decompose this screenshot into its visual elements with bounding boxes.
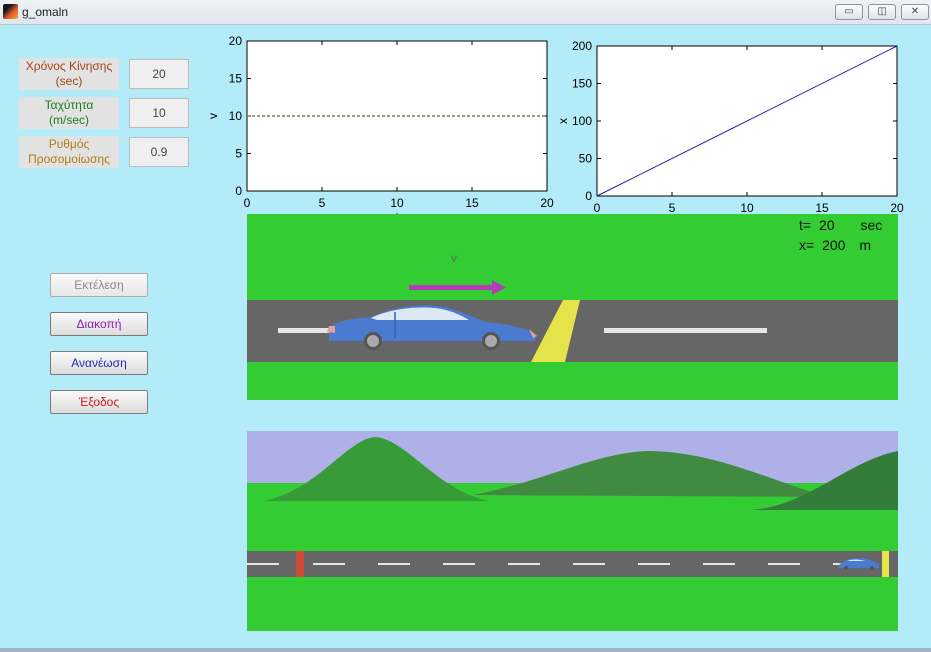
start-line <box>296 551 304 577</box>
y-axis-label: x <box>556 118 570 124</box>
finish-line <box>882 551 889 577</box>
y-tick-label: 0 <box>235 184 242 198</box>
matlab-app-icon <box>3 4 18 19</box>
run-button[interactable]: Εκτέλεση <box>50 273 148 297</box>
motion-time-input[interactable]: 20 <box>129 59 189 89</box>
y-tick-label: 15 <box>229 72 243 86</box>
param-label-motion-time: Χρόνος Κίνησης (sec) <box>19 58 119 90</box>
param-label-velocity: Ταχύτητα (m/sec) <box>19 97 119 129</box>
y-axis-label: v <box>206 113 220 119</box>
position-readout-value: 200 <box>822 237 846 253</box>
window-bottom-border <box>0 648 931 652</box>
x-tick-label: 0 <box>244 196 251 210</box>
y-tick-label: 10 <box>229 109 243 123</box>
y-tick-label: 20 <box>229 34 243 48</box>
param-label-line: Προσομοίωσης <box>28 152 110 166</box>
exit-button[interactable]: Έξοδος <box>50 390 148 414</box>
maximize-button[interactable]: ◫ <box>868 4 896 20</box>
x-tick-label: 20 <box>890 201 904 215</box>
y-tick-label: 150 <box>572 77 592 91</box>
window-title: g_omaln <box>22 5 69 19</box>
y-tick-label: 0 <box>585 189 592 203</box>
x-tick-label: 0 <box>594 201 601 215</box>
close-button[interactable]: ✕ <box>901 4 929 20</box>
x-tick-label: 15 <box>815 201 829 215</box>
time-readout-unit: sec <box>860 217 883 233</box>
x-tick-label: 5 <box>319 196 326 210</box>
y-tick-label: 200 <box>572 39 592 53</box>
position-readout-unit: m <box>859 237 871 253</box>
velocity-input[interactable]: 10 <box>129 98 189 128</box>
time-readout-value: 20 <box>818 217 835 233</box>
x-tick-label: 10 <box>740 201 754 215</box>
x-tick-label: 5 <box>669 201 676 215</box>
param-label-line: Χρόνος Κίνησης <box>25 59 113 73</box>
minimize-button[interactable]: ▭ <box>835 4 863 20</box>
position-readout-label: x= <box>799 237 815 253</box>
y-tick-label: 5 <box>235 147 242 161</box>
lane-marking <box>604 328 767 333</box>
param-label-line: (m/sec) <box>49 113 89 127</box>
window-titlebar: g_omaln ▭ ◫ ✕ <box>0 0 931 25</box>
sim-rate-input[interactable]: 0.9 <box>129 137 189 167</box>
param-label-line: Ταχύτητα <box>44 98 94 112</box>
position-readout: x= 200 m <box>799 237 871 253</box>
refresh-button[interactable]: Ανανέωση <box>50 351 148 375</box>
param-label-sim-rate: Ρυθμός Προσομοίωσης <box>19 136 119 168</box>
time-readout-label: t= <box>799 217 812 233</box>
time-readout: t= 20 sec <box>799 217 882 233</box>
y-tick-label: 50 <box>579 152 593 166</box>
stop-button[interactable]: Διακοπή <box>50 312 148 336</box>
velocity-time-chart: 0510152005101520tv <box>206 34 554 224</box>
y-tick-label: 100 <box>572 114 592 128</box>
x-tick-label: 10 <box>390 196 404 210</box>
param-label-line: (sec) <box>55 74 83 88</box>
position-time-chart: 05101520050100150200tx <box>556 39 904 229</box>
velocity-arrow-label: v <box>451 251 457 265</box>
landscape-scene <box>247 431 898 631</box>
param-label-line: Ρυθμός <box>48 137 90 151</box>
x-tick-label: 15 <box>465 196 479 210</box>
